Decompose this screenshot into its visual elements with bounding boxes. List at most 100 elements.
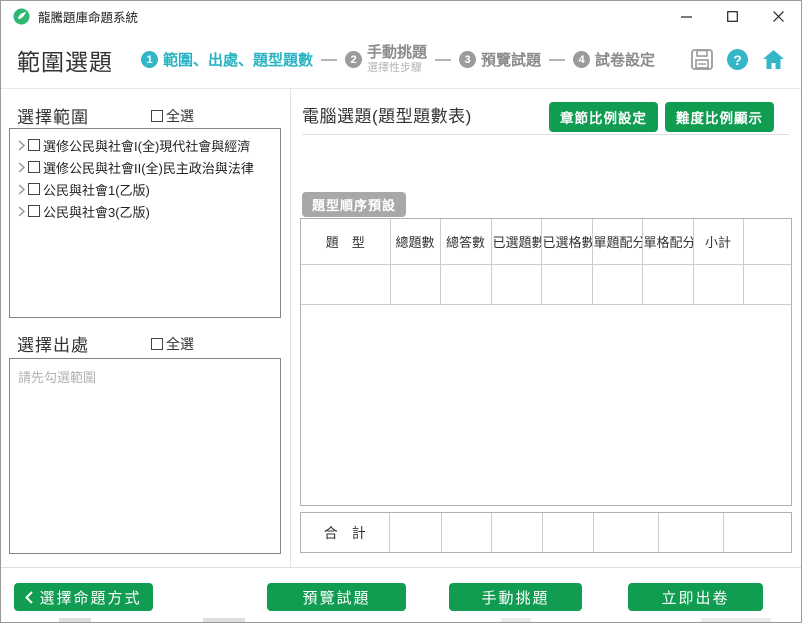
- total-cell: [657, 513, 724, 552]
- main-content: 選擇範圍 全選 選修公民與社會I(全)現代社會與經濟 選修公民與社會II(全)民…: [1, 89, 801, 567]
- range-item-label[interactable]: 公民與社會3(乙版): [43, 202, 150, 221]
- step-connector: [321, 58, 338, 61]
- chapter-ratio-button[interactable]: 章節比例設定: [549, 102, 658, 132]
- total-label: 合 計: [301, 513, 390, 552]
- range-tree-item[interactable]: 選修公民與社會I(全)現代社會與經濟: [14, 134, 276, 156]
- cell: [301, 263, 391, 305]
- range-item-label[interactable]: 公民與社會1(乙版): [43, 180, 150, 199]
- chevron-right-icon[interactable]: [14, 161, 28, 173]
- range-section-title: 選擇範圍: [17, 108, 89, 127]
- back-button-label: 選擇命題方式: [39, 589, 142, 607]
- cell: [591, 263, 643, 305]
- range-select-all[interactable]: 全選: [151, 106, 194, 126]
- range-section-header: 選擇範圍 全選: [17, 103, 274, 128]
- step-4[interactable]: 4 試卷設定: [573, 49, 655, 70]
- app-logo-icon: [13, 8, 30, 24]
- total-cell: [592, 513, 659, 552]
- step-2-subtitle: 選擇性步驟: [367, 61, 423, 74]
- cell: [692, 263, 744, 305]
- step-1[interactable]: 1 範圍、出處、題型題數: [141, 49, 313, 70]
- footer-bar: 選擇命題方式 預覽試題 手動挑題 立即出卷: [1, 567, 801, 615]
- computer-select-title: 電腦選題(題型題數表): [302, 107, 472, 126]
- col-points-per-blank: 單格配分: [641, 219, 694, 265]
- range-select-all-label: 全選: [166, 107, 194, 124]
- col-total-answers: 總答數: [439, 219, 492, 265]
- save-icon[interactable]: [691, 49, 713, 70]
- minimize-button[interactable]: [663, 1, 709, 31]
- computer-select-header: 電腦選題(題型題數表) 章節比例設定 難度比例顯示: [302, 102, 774, 132]
- range-item-checkbox[interactable]: [28, 161, 40, 173]
- page-title: 範圍選題: [17, 48, 113, 75]
- step-4-number: 4: [573, 51, 591, 68]
- back-to-method-button[interactable]: 選擇命題方式: [14, 583, 153, 611]
- right-panel: 電腦選題(題型題數表) 章節比例設定 難度比例顯示 題型順序預設 題 型 總題數…: [292, 89, 801, 567]
- range-tree: 選修公民與社會I(全)現代社會與經濟 選修公民與社會II(全)民主政治與法律 公…: [9, 128, 281, 318]
- col-total-questions: 總題數: [389, 219, 441, 265]
- total-cell: [722, 513, 791, 552]
- step-3[interactable]: 3 預覽試題: [459, 49, 541, 70]
- range-item-checkbox[interactable]: [28, 139, 40, 151]
- help-icon[interactable]: ?: [727, 49, 748, 70]
- source-list: 請先勾選範圍: [9, 358, 281, 554]
- cell: [742, 263, 791, 305]
- range-item-label[interactable]: 選修公民與社會II(全)民主政治與法律: [43, 158, 254, 177]
- app-window: { "window": { "title": "龍騰題庫命題系統" }, "he…: [0, 0, 802, 623]
- cell: [540, 263, 593, 305]
- step-connector: [549, 58, 566, 61]
- total-cell: [388, 513, 442, 552]
- total-cell: [440, 513, 492, 552]
- maximize-icon: [726, 10, 738, 22]
- question-type-table: 題 型 總題數 總答數 已選題數 已選格數 單題配分 單格配分 小計: [300, 218, 792, 506]
- step-3-label: 預覽試題: [481, 52, 542, 69]
- range-item-label[interactable]: 選修公民與社會I(全)現代社會與經濟: [43, 136, 250, 155]
- range-item-checkbox[interactable]: [28, 205, 40, 217]
- col-points-per-question: 單題配分: [591, 219, 643, 265]
- col-question-type: 題 型: [301, 219, 391, 265]
- cell: [439, 263, 492, 305]
- col-selected-blanks: 已選格數: [540, 219, 593, 265]
- window-controls: [663, 1, 801, 31]
- preview-questions-button[interactable]: 預覽試題: [267, 583, 406, 611]
- header-icons: ?: [691, 49, 785, 70]
- source-select-all-checkbox[interactable]: [151, 337, 163, 350]
- range-item-checkbox[interactable]: [28, 183, 40, 195]
- generate-exam-button[interactable]: 立即出卷: [628, 583, 763, 611]
- step-1-label: 範圍、出處、題型題數: [163, 52, 314, 69]
- close-icon: [772, 10, 784, 22]
- manual-pick-button[interactable]: 手動挑題: [449, 583, 582, 611]
- step-indicator: 1 範圍、出處、題型題數 2 手動挑題 選擇性步驟 3 預覽試題 4 試卷設定: [141, 45, 655, 74]
- difficulty-ratio-button[interactable]: 難度比例顯示: [665, 102, 774, 132]
- table-header-row: 題 型 總題數 總答數 已選題數 已選格數 單題配分 單格配分 小計: [301, 219, 791, 265]
- range-select-all-checkbox[interactable]: [151, 109, 163, 122]
- chevron-right-icon[interactable]: [14, 139, 28, 151]
- col-subtotal: 小計: [692, 219, 744, 265]
- source-section-header: 選擇出處 全選: [17, 331, 274, 356]
- title-bar: 龍騰題庫命題系統: [1, 1, 801, 31]
- question-order-preset-tag[interactable]: 題型順序預設: [302, 192, 407, 217]
- step-2[interactable]: 2 手動挑題 選擇性步驟: [345, 45, 427, 74]
- step-connector: [435, 58, 452, 61]
- chevron-right-icon[interactable]: [14, 205, 28, 217]
- col-blank: [742, 219, 791, 265]
- total-cell: [490, 513, 543, 552]
- source-select-all[interactable]: 全選: [151, 334, 194, 354]
- step-4-label: 試卷設定: [595, 52, 656, 69]
- home-icon[interactable]: [762, 49, 785, 70]
- cell: [641, 263, 694, 305]
- table-empty-row: [301, 263, 791, 305]
- total-cell: [541, 513, 594, 552]
- close-button[interactable]: [755, 1, 801, 31]
- chevron-right-icon[interactable]: [14, 183, 28, 195]
- maximize-button[interactable]: [709, 1, 755, 31]
- bottom-edge-artifact: [1, 615, 801, 622]
- minimize-icon: [680, 15, 692, 18]
- step-3-number: 3: [459, 51, 477, 68]
- step-2-label: 手動挑題: [367, 44, 428, 62]
- range-tree-item[interactable]: 選修公民與社會II(全)民主政治與法律: [14, 156, 276, 178]
- chevron-left-icon: [25, 590, 34, 604]
- range-tree-item[interactable]: 公民與社會1(乙版): [14, 178, 276, 200]
- total-row-table: 合 計: [300, 512, 792, 553]
- step-1-number: 1: [141, 51, 158, 68]
- page-header: 範圍選題 1 範圍、出處、題型題數 2 手動挑題 選擇性步驟 3 預覽試題 4 …: [1, 31, 801, 89]
- range-tree-item[interactable]: 公民與社會3(乙版): [14, 200, 276, 222]
